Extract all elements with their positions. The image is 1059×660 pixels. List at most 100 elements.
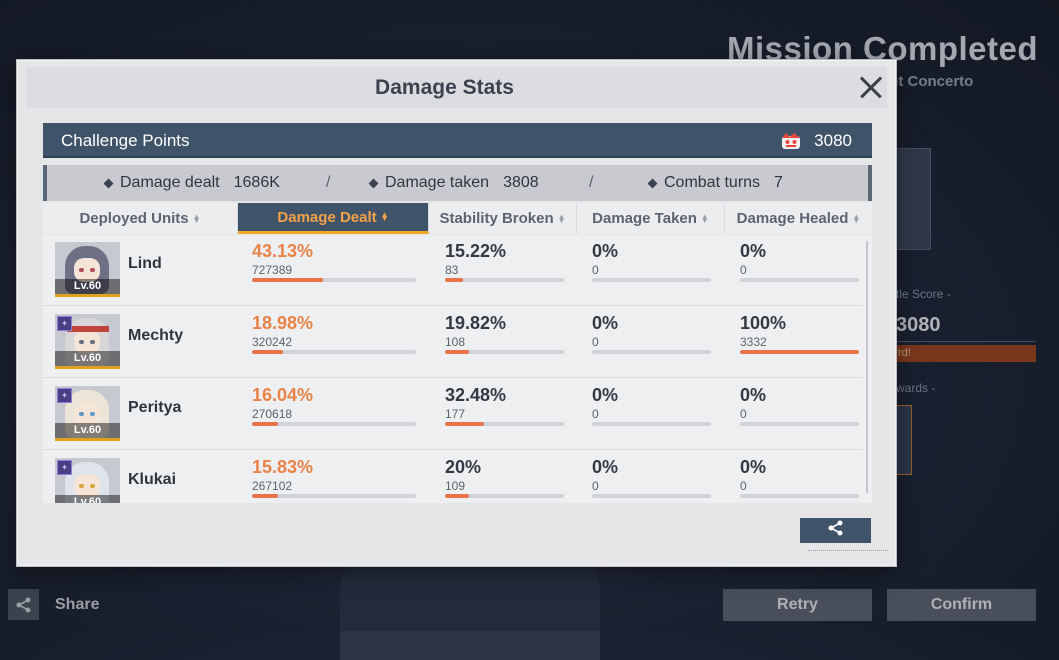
damage-taken-bar <box>592 278 711 282</box>
table-row[interactable]: Lv.60 Lind 43.13% 727389 15.22% 83 0% 0 … <box>43 235 863 306</box>
damage-dealt-percent: 43.13% <box>252 241 314 261</box>
stability-broken-percent: 15.22% <box>445 241 507 261</box>
unit-name: Mechty <box>128 327 184 344</box>
table-row[interactable]: ✦ Lv.60 Mechty 18.98% 320242 19.82% 108 … <box>43 307 863 378</box>
damage-dealt-value: 320242 <box>252 335 293 349</box>
challenge-points-icon <box>780 131 802 151</box>
summary-combat-turns: Combat turns 7 <box>647 174 783 192</box>
damage-healed-percent: 0% <box>740 385 767 405</box>
damage-healed-value: 0 <box>740 263 747 277</box>
stability-broken-value: 83 <box>445 263 459 277</box>
damage-healed-cell: 0% 0 <box>740 457 859 498</box>
tab-damage-taken[interactable]: Damage Taken ▲ ▼ <box>577 203 725 234</box>
sort-icon: ▲ ▼ <box>192 211 201 225</box>
stats-tabs: Deployed Units ▲ ▼ Damage Dealt ▲ ▼ Stabilit… <box>43 203 872 234</box>
damage-taken-value: 0 <box>592 407 599 421</box>
unit-level: Lv.60 <box>55 351 120 366</box>
stability-broken-value: 108 <box>445 335 466 349</box>
table-scrollbar[interactable] <box>866 241 868 493</box>
unit-stats-table[interactable]: Lv.60 Lind 43.13% 727389 15.22% 83 0% 0 … <box>43 235 872 503</box>
tab-label: Deployed Units <box>79 210 189 227</box>
challenge-points-bar: Challenge Points 3080 <box>43 123 872 158</box>
damage-taken-value: 0 <box>592 335 599 349</box>
damage-healed-value: 0 <box>740 479 747 493</box>
sort-icon: ▲ ▼ <box>700 211 709 225</box>
tab-stability-broken[interactable]: Stability Broken ▲ ▼ <box>429 203 577 234</box>
tab-label: Damage Dealt <box>277 208 377 226</box>
damage-healed-bar <box>740 350 859 354</box>
damage-dealt-value: 727389 <box>252 263 293 277</box>
stability-broken-cell: 20% 109 <box>445 457 564 498</box>
damage-dealt-percent: 16.04% <box>252 385 314 405</box>
decorative-dots <box>808 550 888 554</box>
stability-broken-percent: 19.82% <box>445 313 507 333</box>
summary-separator: / <box>326 174 331 191</box>
damage-dealt-value: 270618 <box>252 407 293 421</box>
damage-healed-cell: 100% 3332 <box>740 313 859 354</box>
damage-taken-cell: 0% 0 <box>592 313 711 354</box>
damage-dealt-value: 267102 <box>252 479 293 493</box>
stability-broken-cell: 19.82% 108 <box>445 313 564 354</box>
tab-label: Damage Healed <box>736 210 849 227</box>
unit-level: Lv.60 <box>55 495 120 503</box>
stability-broken-value: 177 <box>445 407 466 421</box>
sort-icon: ▲ ▼ <box>380 210 389 223</box>
avatar: ✦ Lv.60 <box>55 314 120 369</box>
avatar: ✦ Lv.60 <box>55 386 120 441</box>
unit-name: Perityа <box>128 399 182 416</box>
summary-damage-dealt-label: Damage dealt <box>120 174 220 191</box>
damage-dealt-cell: 18.98% 320242 <box>252 313 416 354</box>
unit-class-icon: ✦ <box>57 316 72 331</box>
damage-taken-cell: 0% 0 <box>592 241 711 282</box>
summary-damage-dealt: Damage dealt 1686K <box>103 174 280 192</box>
damage-healed-cell: 0% 0 <box>740 241 859 282</box>
challenge-points-label: Challenge Points <box>61 130 190 150</box>
unit-name: Lind <box>128 255 162 272</box>
damage-healed-percent: 0% <box>740 457 767 477</box>
summary-bar: Damage dealt 1686K / Damage taken 3808 /… <box>43 165 872 201</box>
damage-taken-cell: 0% 0 <box>592 457 711 498</box>
table-row[interactable]: ✦ Lv.60 Klukai 15.83% 267102 20% 109 0% … <box>43 451 863 503</box>
damage-dealt-bar <box>252 350 416 354</box>
close-icon[interactable] <box>853 70 889 106</box>
avatar: Lv.60 <box>55 242 120 297</box>
summary-separator: / <box>589 174 594 191</box>
summary-damage-taken: Damage taken 3808 <box>368 174 539 192</box>
tab-label: Damage Taken <box>592 210 697 227</box>
tab-label: Stability Broken <box>439 210 554 227</box>
unit-class-icon: ✦ <box>57 388 72 403</box>
damage-healed-bar <box>740 494 859 498</box>
modal-title: Damage Stats <box>375 75 514 99</box>
stability-broken-cell: 32.48% 177 <box>445 385 564 426</box>
diamond-icon <box>103 178 114 188</box>
damage-dealt-bar <box>252 278 416 282</box>
tab-deployed-units[interactable]: Deployed Units ▲ ▼ <box>43 203 238 234</box>
unit-class-icon: ✦ <box>57 460 72 475</box>
summary-combat-turns-label: Combat turns <box>664 174 761 191</box>
damage-taken-bar <box>592 494 711 498</box>
damage-taken-bar <box>592 350 711 354</box>
modal-header: Damage Stats <box>26 67 887 108</box>
stability-broken-cell: 15.22% 83 <box>445 241 564 282</box>
table-row[interactable]: ✦ Lv.60 Perityа 16.04% 270618 32.48% 177… <box>43 379 863 450</box>
damage-taken-cell: 0% 0 <box>592 385 711 426</box>
summary-combat-turns-value: 7 <box>774 174 783 191</box>
summary-damage-dealt-value: 1686K <box>233 174 280 191</box>
damage-dealt-cell: 43.13% 727389 <box>252 241 416 282</box>
challenge-points-value: 3080 <box>814 130 852 150</box>
damage-healed-percent: 0% <box>740 241 767 261</box>
damage-taken-value: 0 <box>592 479 599 493</box>
unit-level: Lv.60 <box>55 423 120 438</box>
damage-dealt-percent: 18.98% <box>252 313 314 333</box>
damage-dealt-cell: 16.04% 270618 <box>252 385 416 426</box>
share-button[interactable] <box>800 518 871 543</box>
damage-taken-percent: 0% <box>592 457 619 477</box>
tab-damage-healed[interactable]: Damage Healed ▲ ▼ <box>725 203 872 234</box>
tab-damage-dealt[interactable]: Damage Dealt ▲ ▼ <box>238 203 429 234</box>
diamond-icon <box>647 178 658 188</box>
damage-taken-percent: 0% <box>592 313 619 333</box>
damage-taken-bar <box>592 422 711 426</box>
share-icon <box>827 519 845 542</box>
damage-healed-value: 3332 <box>740 335 767 349</box>
stability-broken-percent: 32.48% <box>445 385 507 405</box>
